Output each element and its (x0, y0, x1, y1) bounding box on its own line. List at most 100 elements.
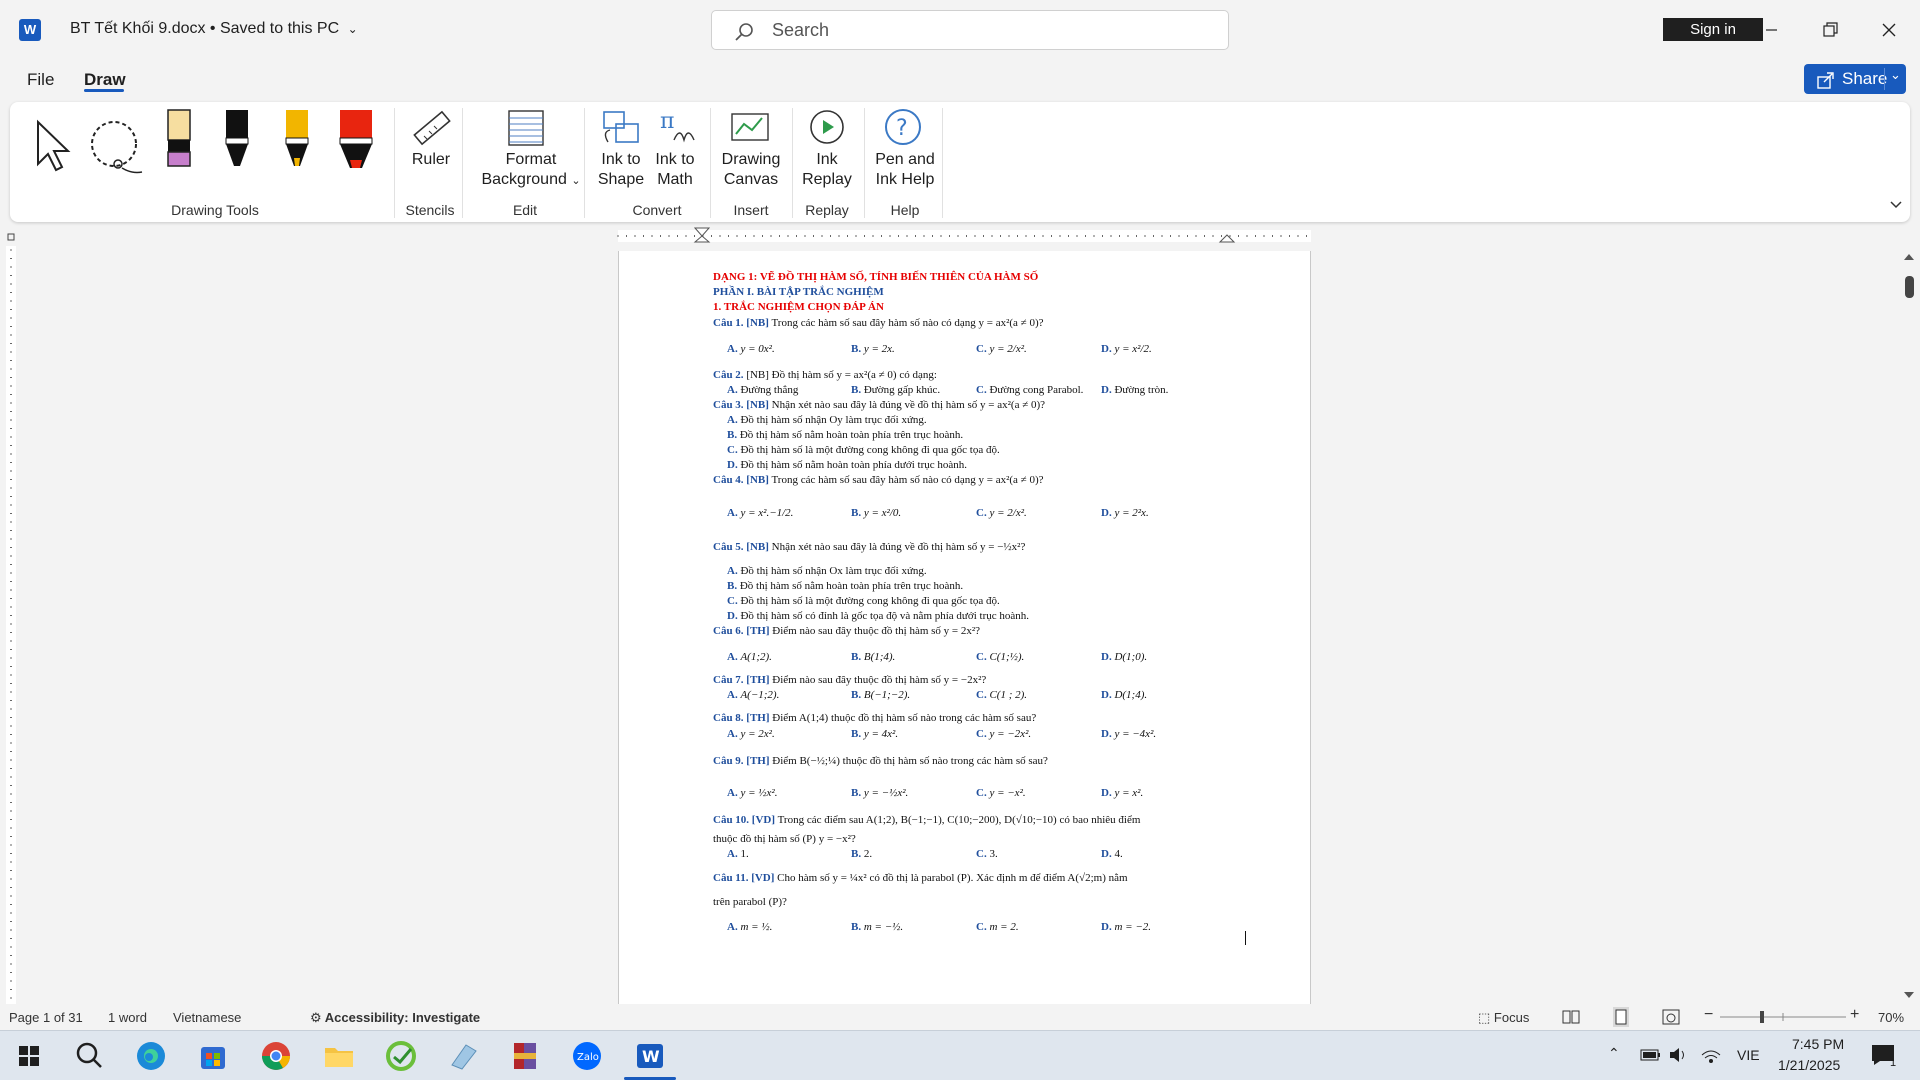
tab-file[interactable]: File (27, 70, 54, 90)
chrome-browser-icon[interactable] (259, 1039, 293, 1073)
zalo-icon[interactable]: Zalo (570, 1039, 604, 1073)
question-1: Câu 1. [NB] Trong các hàm số sau đây hàm… (713, 317, 1044, 329)
q9-option-b: B. y = −½x². (851, 787, 909, 799)
winrar-icon[interactable] (508, 1039, 542, 1073)
ink-replay-button[interactable]: Ink Replay (802, 150, 852, 190)
word-taskbar-icon[interactable]: W (632, 1039, 666, 1073)
chevron-down-icon: ⌄ (571, 175, 581, 187)
zoom-in-button[interactable]: + (1850, 1006, 1859, 1024)
horizontal-ruler[interactable] (0, 226, 1920, 246)
read-mode-icon[interactable] (1562, 1009, 1580, 1025)
q8-option-c: C. y = −2x². (976, 728, 1032, 740)
close-button[interactable] (1874, 16, 1904, 44)
close-icon (1882, 23, 1896, 37)
ink-to-math-label-1: Ink to (655, 151, 695, 168)
edge-browser-icon[interactable] (134, 1039, 168, 1073)
active-tab-indicator (84, 89, 124, 92)
restore-button[interactable] (1815, 16, 1845, 44)
q7-option-c: C. C(1 ; 2). (976, 689, 1028, 701)
vertical-ruler[interactable] (0, 246, 28, 1006)
question-2: Câu 2. [NB] Đồ thị hàm số y = ax²(a ≠ 0)… (713, 369, 937, 381)
green-app-icon[interactable] (384, 1039, 418, 1073)
q1-option-d: D. y = x²/2. (1101, 343, 1152, 355)
question-5: Câu 5. [NB] Nhận xét nào sau đây là đúng… (713, 541, 1026, 553)
microsoft-store-icon[interactable] (196, 1039, 230, 1073)
chevron-up-icon[interactable]: ⌃ (1608, 1045, 1620, 1062)
q3-option-b: B. Đồ thị hàm số nằm hoàn toàn phía trên… (727, 429, 964, 441)
group-help: Help (890, 202, 920, 218)
restore-icon (1823, 22, 1838, 37)
document-title[interactable]: BT Tết Khối 9.docx • Saved to this PC ⌄ (70, 20, 358, 38)
accessibility-status[interactable]: ⚙ Accessibility: Investigate (310, 1010, 480, 1026)
clock-time[interactable]: 7:45 PM (1792, 1036, 1844, 1052)
language-status[interactable]: Vietnamese (173, 1010, 241, 1025)
word-count[interactable]: 1 word (108, 1010, 147, 1025)
q2-option-d: D. Đường tròn. (1101, 384, 1169, 396)
help-label-1: Pen and (875, 151, 935, 168)
highlighter-pen-icon[interactable] (160, 106, 196, 176)
q6-option-b: B. B(1;4). (851, 651, 896, 663)
q9-option-c: C. y = −x². (976, 787, 1026, 799)
print-layout-icon[interactable] (1612, 1007, 1630, 1027)
yellow-pen-icon[interactable] (280, 106, 314, 176)
minimize-icon (1766, 29, 1777, 31)
heading-part-1: PHẦN I. BÀI TẬP TRẮC NGHIỆM (713, 286, 884, 298)
web-layout-icon[interactable] (1662, 1009, 1680, 1025)
black-pen-icon[interactable] (220, 106, 254, 176)
question-10: Câu 10. [VD] Trong các điểm sau A(1;2), … (713, 814, 1141, 826)
chevron-down-icon[interactable]: ⌄ (1890, 67, 1901, 83)
vertical-scrollbar[interactable] (1898, 252, 1920, 1004)
q2-option-a: A. Đường thẳng (727, 384, 799, 396)
zoom-out-button[interactable]: − (1704, 1006, 1713, 1024)
ink-replay-icon (810, 110, 844, 144)
pen-ink-help-button[interactable]: Pen and Ink Help (872, 150, 938, 190)
zoom-slider[interactable] (1720, 1010, 1846, 1024)
ink-to-math-button[interactable]: Ink to Math (650, 150, 700, 190)
volume-icon[interactable] (1668, 1045, 1690, 1065)
text-cursor (1245, 931, 1246, 945)
ink-to-shape-button[interactable]: Ink to Shape (596, 150, 646, 190)
select-pointer-icon[interactable] (34, 118, 74, 174)
sign-in-button[interactable]: Sign in (1663, 18, 1763, 41)
ink-to-shape-label-2: Shape (597, 171, 645, 188)
document-page[interactable]: DẠNG 1: VẼ ĐỒ THỊ HÀM SỐ, TÍNH BIẾN THIÊ… (618, 251, 1311, 1011)
input-language[interactable]: VIE (1737, 1047, 1760, 1063)
red-highlighter-icon[interactable] (336, 106, 376, 176)
page-count[interactable]: Page 1 of 31 (9, 1010, 83, 1025)
q1-option-b: B. y = 2x. (851, 343, 895, 355)
svg-text:π: π (660, 109, 674, 134)
q4-option-b: B. y = x²/0. (851, 507, 902, 519)
zoom-level[interactable]: 70% (1878, 1010, 1904, 1025)
question-3: Câu 3. [NB] Nhận xét nào sau đây là đúng… (713, 399, 1046, 411)
collapse-ribbon-icon[interactable] (1888, 198, 1904, 212)
wifi-icon[interactable] (1700, 1045, 1722, 1065)
file-explorer-icon[interactable] (322, 1039, 356, 1073)
battery-icon[interactable] (1640, 1047, 1662, 1063)
heading-form-1: DẠNG 1: VẼ ĐỒ THỊ HÀM SỐ, TÍNH BIẾN THIÊ… (713, 271, 1039, 283)
minimize-button[interactable] (1756, 16, 1786, 44)
ruler-button[interactable]: Ruler (406, 150, 456, 170)
taskbar-search-icon[interactable] (72, 1039, 106, 1073)
scroll-down-icon (1904, 992, 1914, 998)
format-background-button[interactable]: Format Background ⌄ (476, 150, 586, 191)
ribbon-tabs: File Draw (0, 60, 1920, 98)
lasso-select-icon[interactable] (88, 118, 152, 178)
ink-to-shape-label-1: Ink to (601, 151, 641, 168)
share-button[interactable]: Share ⌄ (1804, 64, 1906, 94)
search-input[interactable]: Search (711, 10, 1229, 50)
tab-draw[interactable]: Draw (84, 70, 126, 90)
q10-option-a: A. 1. (727, 848, 749, 860)
group-stencils: Stencils (405, 202, 455, 218)
paper-app-icon[interactable] (446, 1039, 480, 1073)
share-icon (1817, 72, 1834, 89)
drawing-canvas-button[interactable]: Drawing Canvas (716, 150, 786, 190)
windows-start-icon[interactable] (12, 1039, 46, 1073)
q11-option-a: A. m = ½. (727, 921, 773, 933)
q11-option-c: C. m = 2. (976, 921, 1019, 933)
focus-button[interactable]: ⬚ Focus (1478, 1010, 1529, 1026)
word-window: W BT Tết Khối 9.docx • Saved to this PC … (0, 0, 1920, 1080)
q6-option-c: C. C(1;½). (976, 651, 1025, 663)
q8-option-a: A. y = 2x². (727, 728, 775, 740)
clock-date[interactable]: 1/21/2025 (1778, 1057, 1840, 1073)
q4-option-c: C. y = 2/x². (976, 507, 1027, 519)
